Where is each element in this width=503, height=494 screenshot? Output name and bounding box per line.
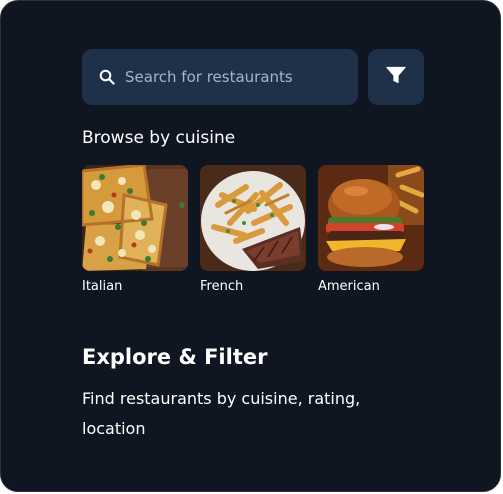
cuisine-tile-french[interactable]: French — [200, 165, 306, 294]
search-bar[interactable] — [82, 49, 358, 105]
pizza-photo — [82, 165, 188, 271]
cuisine-tile-american[interactable]: American — [318, 165, 424, 294]
steak-frites-photo — [200, 165, 306, 271]
filter-button[interactable] — [368, 49, 424, 105]
explore-card: Browse by cuisine — [0, 0, 501, 492]
browse-heading: Browse by cuisine — [82, 128, 236, 148]
search-icon — [99, 69, 115, 85]
cuisine-label: French — [200, 279, 244, 294]
cuisine-tile-italian[interactable]: Italian — [82, 165, 188, 294]
search-input[interactable] — [125, 68, 335, 86]
cuisine-label: Italian — [82, 279, 123, 294]
cuisine-label: American — [318, 279, 380, 294]
filter-funnel-icon — [386, 66, 406, 88]
explore-title: Explore & Filter — [82, 345, 268, 369]
explore-description: Find restaurants by cuisine, rating, loc… — [82, 389, 361, 438]
burger-photo — [318, 165, 424, 271]
